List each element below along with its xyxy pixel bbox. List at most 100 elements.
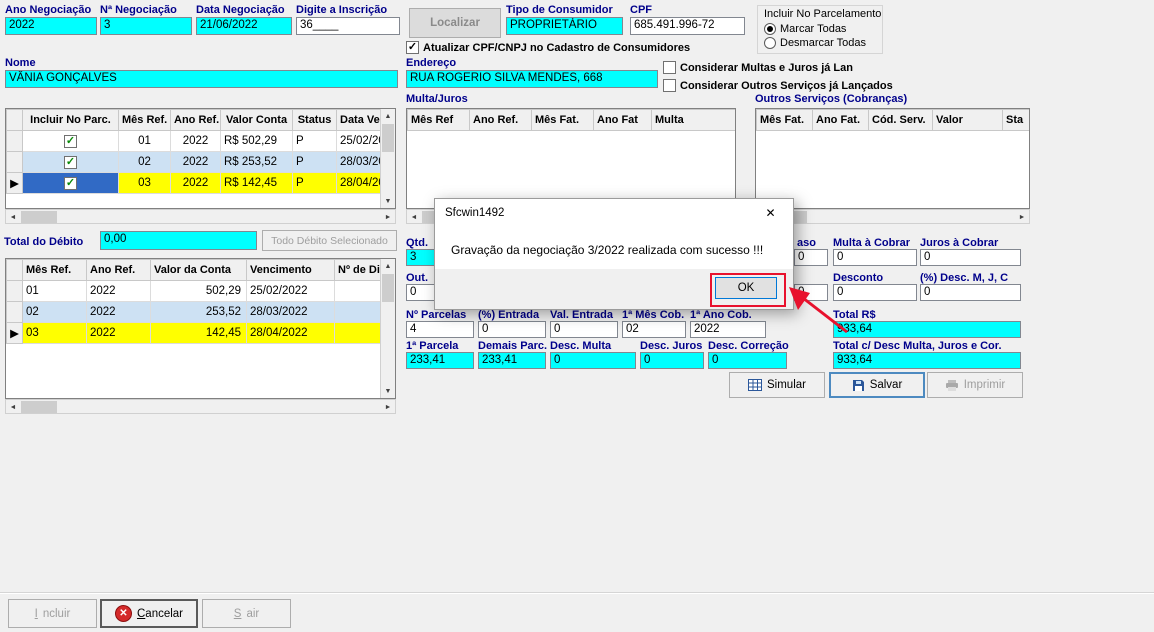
endereco-label: Endereço [406,57,456,69]
total-debito-field[interactable]: 0,00 [100,231,257,250]
row-checkbox[interactable]: ✓ [64,135,77,148]
table-row[interactable]: ✓ 02 2022 R$ 253,52 P 28/03/2022 [7,152,382,173]
num-negociacao-field[interactable]: 3 [100,17,192,35]
close-icon[interactable]: ✕ [748,199,793,227]
cpf-label: CPF [630,4,652,16]
desc-multa-field[interactable]: 0 [550,352,636,369]
scroll-down-icon[interactable]: ▼ [381,384,395,398]
multa-cobrar-field[interactable]: 0 [833,249,917,266]
nome-label: Nome [5,57,36,69]
checkbox-checked-icon: ✓ [406,41,419,54]
simular-button[interactable]: Simular [729,372,825,398]
tipo-consumidor-field[interactable]: PROPRIETÁRIO [506,17,623,35]
cpf-field[interactable]: 685.491.996-72 [630,17,745,35]
row-checkbox[interactable]: ✓ [64,156,77,169]
mes-cob-field[interactable]: 02 [622,321,686,338]
desc-juros-label: Desc. Juros [640,340,702,352]
scroll-up-icon[interactable]: ▲ [381,259,395,273]
outros-servicos-title: Outros Serviços (Cobranças) [755,93,907,105]
dialog-titlebar[interactable]: Sfcwin1492 ✕ [435,199,793,227]
incluir-parcelamento-group: Incluir No Parcelamento Marcar Todas Des… [757,5,883,54]
desc-correcao-label: Desc. Correção [708,340,789,352]
dialog-title: Sfcwin1492 [445,207,504,219]
primeira-parcela-field[interactable]: 233,41 [406,352,474,369]
scrollbar-thumb[interactable] [382,124,394,152]
num-negociacao-label: Nª Negociação [100,4,177,16]
table-row-selected[interactable]: ▶ ✓ 03 2022 R$ 142,45 P 28/04/2022 [7,173,382,194]
horizontal-scrollbar[interactable]: ◄ ► [5,209,396,224]
vertical-scrollbar[interactable]: ▲ ▼ [380,259,395,398]
todo-debito-button[interactable]: Todo Débito Selecionado [262,230,397,251]
desc-correcao-field[interactable]: 0 [708,352,787,369]
localizar-button[interactable]: Localizar [409,8,501,38]
primeira-parcela-label: 1ª Parcela [406,340,458,352]
imprimir-button[interactable]: Imprimir [927,372,1023,398]
desc-juros-field[interactable]: 0 [640,352,704,369]
val-entrada-field[interactable]: 0 [550,321,618,338]
table-row[interactable]: 02 2022 253,52 28/03/2022 [7,302,382,323]
dialog-message: Gravação da negociação 3/2022 realizada … [451,243,763,257]
considerar-outros-checkbox[interactable]: Considerar Outros Serviços já Lançados [663,79,893,92]
endereco-field[interactable]: RUA ROGERIO SILVA MENDES, 668 [406,70,658,88]
scroll-right-icon[interactable]: ► [381,400,395,414]
sair-button[interactable]: Sair [202,599,291,628]
salvar-button[interactable]: Salvar [829,372,925,398]
radio-selected-icon [764,23,776,35]
scroll-right-icon[interactable]: ► [381,210,395,224]
tipo-consumidor-label: Tipo de Consumidor [506,4,613,16]
dias-atraso-field[interactable]: 0 [794,249,828,266]
considerar-multas-checkbox[interactable]: Considerar Multas e Juros já Lan [663,61,853,74]
inscricao-label: Digite a Inscrição [296,4,387,16]
multa-juros-title: Multa/Juros [406,93,468,105]
table-row[interactable]: 01 2022 502,29 25/02/2022 [7,281,382,302]
mes-cob-label: 1ª Mês Cob. [622,309,684,321]
outros-servicos-header-row: Mês Fat. Ano Fat. Cód. Serv. Valor Sta [757,110,1031,131]
radio-marcar-todas[interactable]: Marcar Todas [764,23,876,35]
demais-parc-label: Demais Parc. [478,340,547,352]
val-entrada-label: Val. Entrada [550,309,613,321]
table-row-selected[interactable]: ▶ 03 2022 142,45 28/04/2022 [7,323,382,344]
total-desc-field[interactable]: 933,64 [833,352,1021,369]
multa-juros-header-row: Mês Ref Ano Ref. Mês Fat. Ano Fat Multa [408,110,737,131]
scroll-left-icon[interactable]: ◄ [407,210,421,224]
outros-servicos-grid: Mês Fat. Ano Fat. Cód. Serv. Valor Sta [755,108,1030,209]
footer-separator [0,592,1154,594]
scroll-right-icon[interactable]: ► [1015,210,1029,224]
ano-cob-field[interactable]: 2022 [690,321,766,338]
n-parcelas-field[interactable]: 4 [406,321,474,338]
atualizar-cpf-checkbox[interactable]: ✓ Atualizar CPF/CNPJ no Cadastro de Cons… [406,41,690,54]
nome-field[interactable]: VÂNIA GONÇALVES [5,70,398,88]
entrada-pct-label: (%) Entrada [478,309,539,321]
scrollbar-thumb[interactable] [21,401,57,413]
qtd-label: Qtd. [406,237,428,249]
data-negociacao-label: Data Negociação [196,4,285,16]
scroll-left-icon[interactable]: ◄ [6,210,20,224]
row-checkbox[interactable]: ✓ [64,177,77,190]
parcelas-header-row: Mês Ref. Ano Ref. Valor da Conta Vencime… [7,260,382,281]
inscricao-field[interactable]: 36____ [296,17,400,35]
table-row[interactable]: ✓ 01 2022 R$ 502,29 P 25/02/2022 [7,131,382,152]
desc-multa-label: Desc. Multa [550,340,611,352]
data-negociacao-field[interactable]: 21/06/2022 [196,17,292,35]
ano-cob-label: 1ª Ano Cob. [690,309,752,321]
scroll-down-icon[interactable]: ▼ [381,194,395,208]
radio-desmarcar-todas[interactable]: Desmarcar Todas [764,37,876,49]
scroll-left-icon[interactable]: ◄ [6,400,20,414]
juros-cobrar-field[interactable]: 0 [920,249,1021,266]
cancelar-button[interactable]: ✕ Cancelar [100,599,198,628]
scrollbar-thumb[interactable] [382,274,394,302]
incluir-button[interactable]: Incluir [8,599,97,628]
incluir-parcelamento-title: Incluir No Parcelamento [764,8,876,20]
entrada-pct-field[interactable]: 0 [478,321,546,338]
row-indicator-icon: ▶ [7,323,23,344]
scrollbar-thumb[interactable] [21,211,57,223]
scroll-up-icon[interactable]: ▲ [381,109,395,123]
ano-negociacao-field[interactable]: 2022 [5,17,97,35]
vertical-scrollbar[interactable]: ▲ ▼ [380,109,395,208]
horizontal-scrollbar[interactable]: ◄ ► [755,209,1030,224]
horizontal-scrollbar[interactable]: ◄ ► [5,399,396,414]
desc-mjc-field[interactable]: 0 [920,284,1021,301]
total-debito-label: Total do Débito [4,236,83,248]
row-indicator-icon: ▶ [7,173,23,194]
demais-parc-field[interactable]: 233,41 [478,352,546,369]
